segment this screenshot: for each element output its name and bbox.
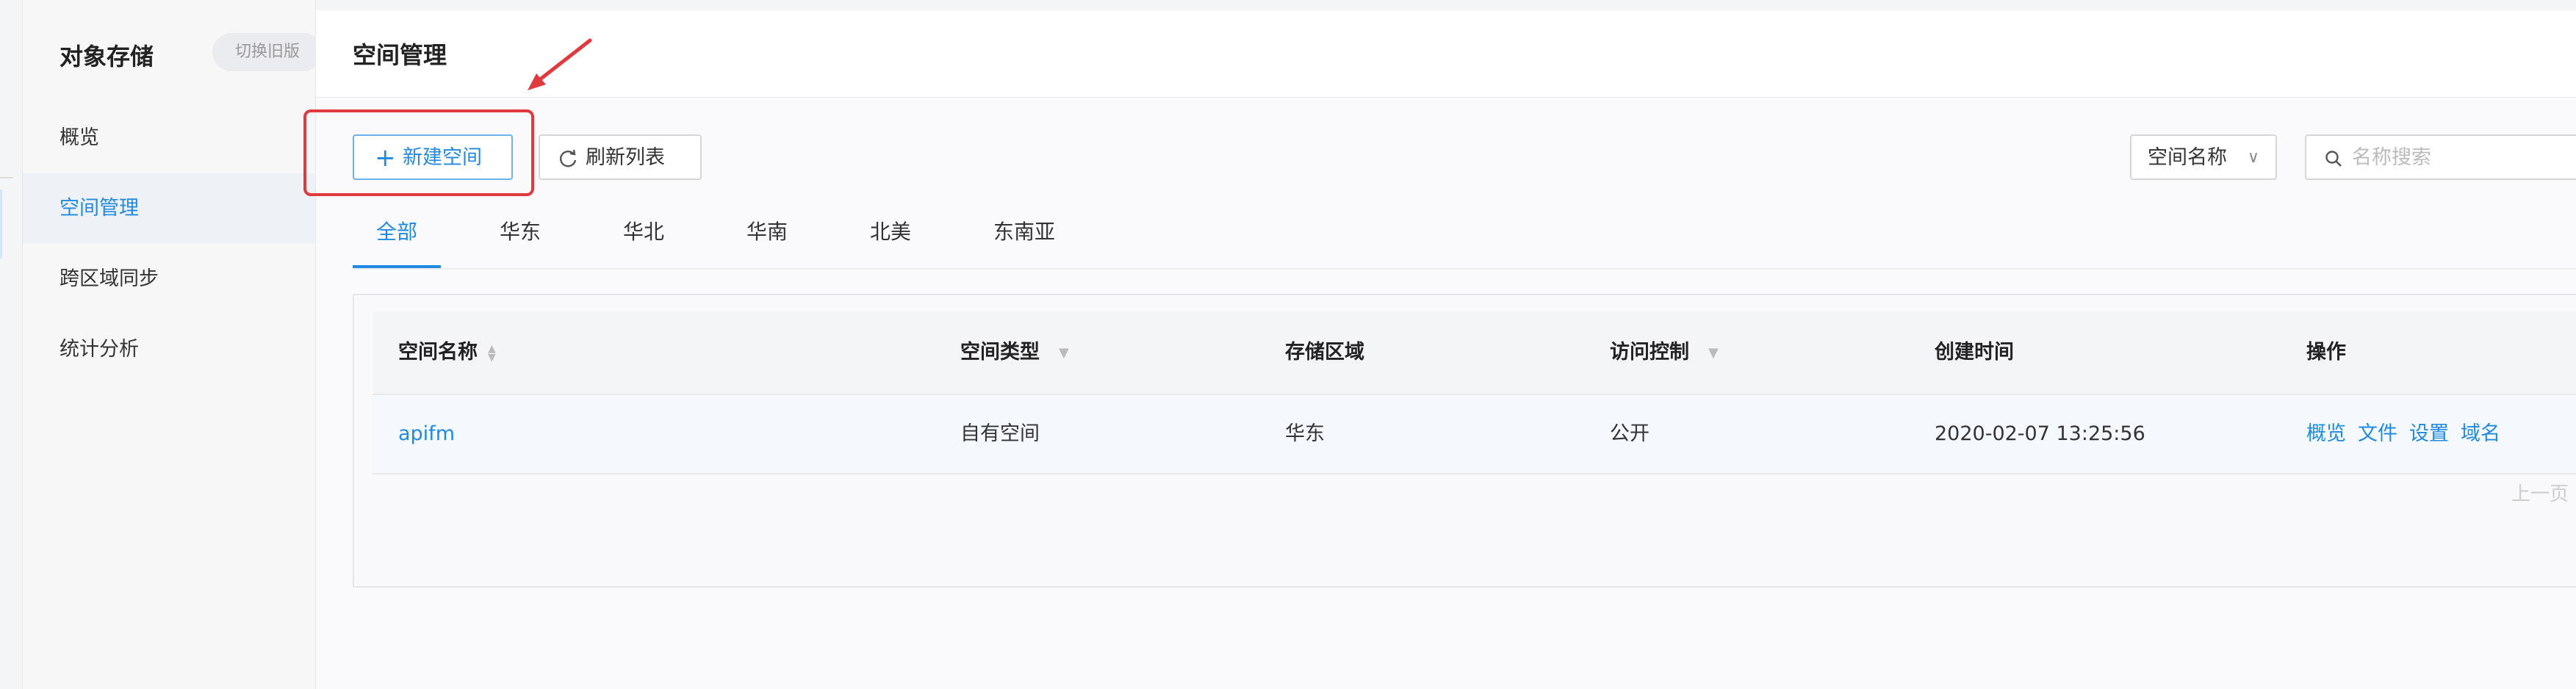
row-actions: 概览 文件 设置 域名 — [2306, 395, 2512, 473]
bucket-region: 华东 — [1285, 422, 1325, 445]
sidebar: 对象存储 切换旧版 概览 空间管理 跨区域同步 统计分析 — [23, 0, 323, 689]
col-access: 访问控制 ▼ — [1610, 311, 1719, 394]
sidebar-item-bucket-management[interactable]: 空间管理 — [23, 173, 315, 244]
sort-icon[interactable]: ▲ ▼ — [488, 344, 496, 363]
tab-southeast-asia[interactable]: 东南亚 — [993, 208, 1055, 268]
page-title: 空间管理 — [353, 41, 447, 69]
rail-active-marker — [0, 190, 2, 259]
col-type: 空间类型 ▼ — [960, 311, 1069, 394]
main-content: + 新建空间 刷新列表 空间名称 ∨ 名称搜索 全部 华东 华北 华南 北美 东南… — [316, 98, 2576, 689]
refresh-list-label: 刷新列表 — [586, 146, 665, 169]
tab-south-china[interactable]: 华南 — [746, 208, 788, 268]
search-placeholder: 名称搜索 — [2352, 146, 2431, 169]
bucket-table-panel: 空间名称 ▲ ▼ 空间类型 ▼ 存储区域 访问控制 ▼ 创建时间 操作 apifm 自有… — [353, 294, 2576, 588]
action-settings-link[interactable]: 设置 — [2409, 422, 2449, 445]
switch-old-version-button[interactable]: 切换旧版 — [212, 33, 323, 71]
search-icon — [2324, 136, 2343, 180]
search-input[interactable]: 名称搜索 — [2305, 134, 2576, 180]
col-region: 存储区域 — [1285, 341, 1364, 364]
prev-page-button[interactable]: 上一页 — [2511, 479, 2569, 506]
col-name[interactable]: 空间名称 ▲ ▼ — [398, 311, 496, 394]
col-name-label: 空间名称 — [398, 341, 478, 364]
refresh-icon — [558, 136, 580, 180]
col-access-label: 访问控制 — [1610, 341, 1689, 364]
tab-north-china[interactable]: 华北 — [623, 208, 664, 268]
sidebar-brand: 对象存储 — [60, 43, 154, 71]
bucket-created: 2020-02-07 13:25:56 — [1935, 422, 2145, 445]
sidebar-nav: 概览 空间管理 跨区域同步 统计分析 — [23, 103, 315, 385]
col-created: 创建时间 — [1935, 341, 2014, 364]
search-field-select[interactable]: 空间名称 ∨ — [2130, 134, 2277, 180]
table-row: apifm 自有空间 华东 公开 2020-02-07 13:25:56 概览文… — [373, 395, 2576, 475]
tab-east-china[interactable]: 华东 — [500, 208, 541, 268]
chevron-down-icon: ∨ — [2247, 148, 2259, 167]
annotation-highlight-box — [303, 109, 534, 196]
tab-all[interactable]: 全部 — [353, 208, 441, 268]
bucket-access: 公开 — [1610, 422, 1649, 445]
action-files-link[interactable]: 文件 — [2358, 422, 2397, 445]
sidebar-item-overview[interactable]: 概览 — [23, 103, 315, 173]
page-header: 空间管理 — [316, 10, 2576, 98]
annotation-arrow-icon — [528, 38, 592, 90]
filter-icon[interactable]: ▼ — [1059, 312, 1069, 394]
bucket-name-link[interactable]: apifm — [398, 395, 455, 473]
bucket-type: 自有空间 — [960, 422, 1040, 445]
sidebar-item-statistics[interactable]: 统计分析 — [23, 314, 315, 385]
filter-icon[interactable]: ▼ — [1708, 312, 1719, 394]
search-field-value: 空间名称 — [2148, 146, 2227, 169]
region-tabs: 全部 华东 华北 华南 北美 东南亚 — [353, 208, 2576, 270]
refresh-list-button[interactable]: 刷新列表 — [539, 134, 702, 180]
action-domain-link[interactable]: 域名 — [2461, 422, 2500, 445]
table-header: 空间名称 ▲ ▼ 空间类型 ▼ 存储区域 访问控制 ▼ 创建时间 操作 — [373, 311, 2576, 395]
rail-divider — [0, 177, 13, 178]
tab-north-america[interactable]: 北美 — [870, 208, 911, 268]
bucket-table: 空间名称 ▲ ▼ 空间类型 ▼ 存储区域 访问控制 ▼ 创建时间 操作 apifm 自有… — [373, 311, 2576, 475]
app-rail — [0, 0, 23, 689]
col-type-label: 空间类型 — [960, 341, 1040, 364]
top-band — [316, 0, 2576, 11]
col-actions: 操作 — [2306, 341, 2346, 364]
action-overview-link[interactable]: 概览 — [2306, 422, 2346, 445]
sidebar-item-cross-region-sync[interactable]: 跨区域同步 — [23, 244, 315, 314]
